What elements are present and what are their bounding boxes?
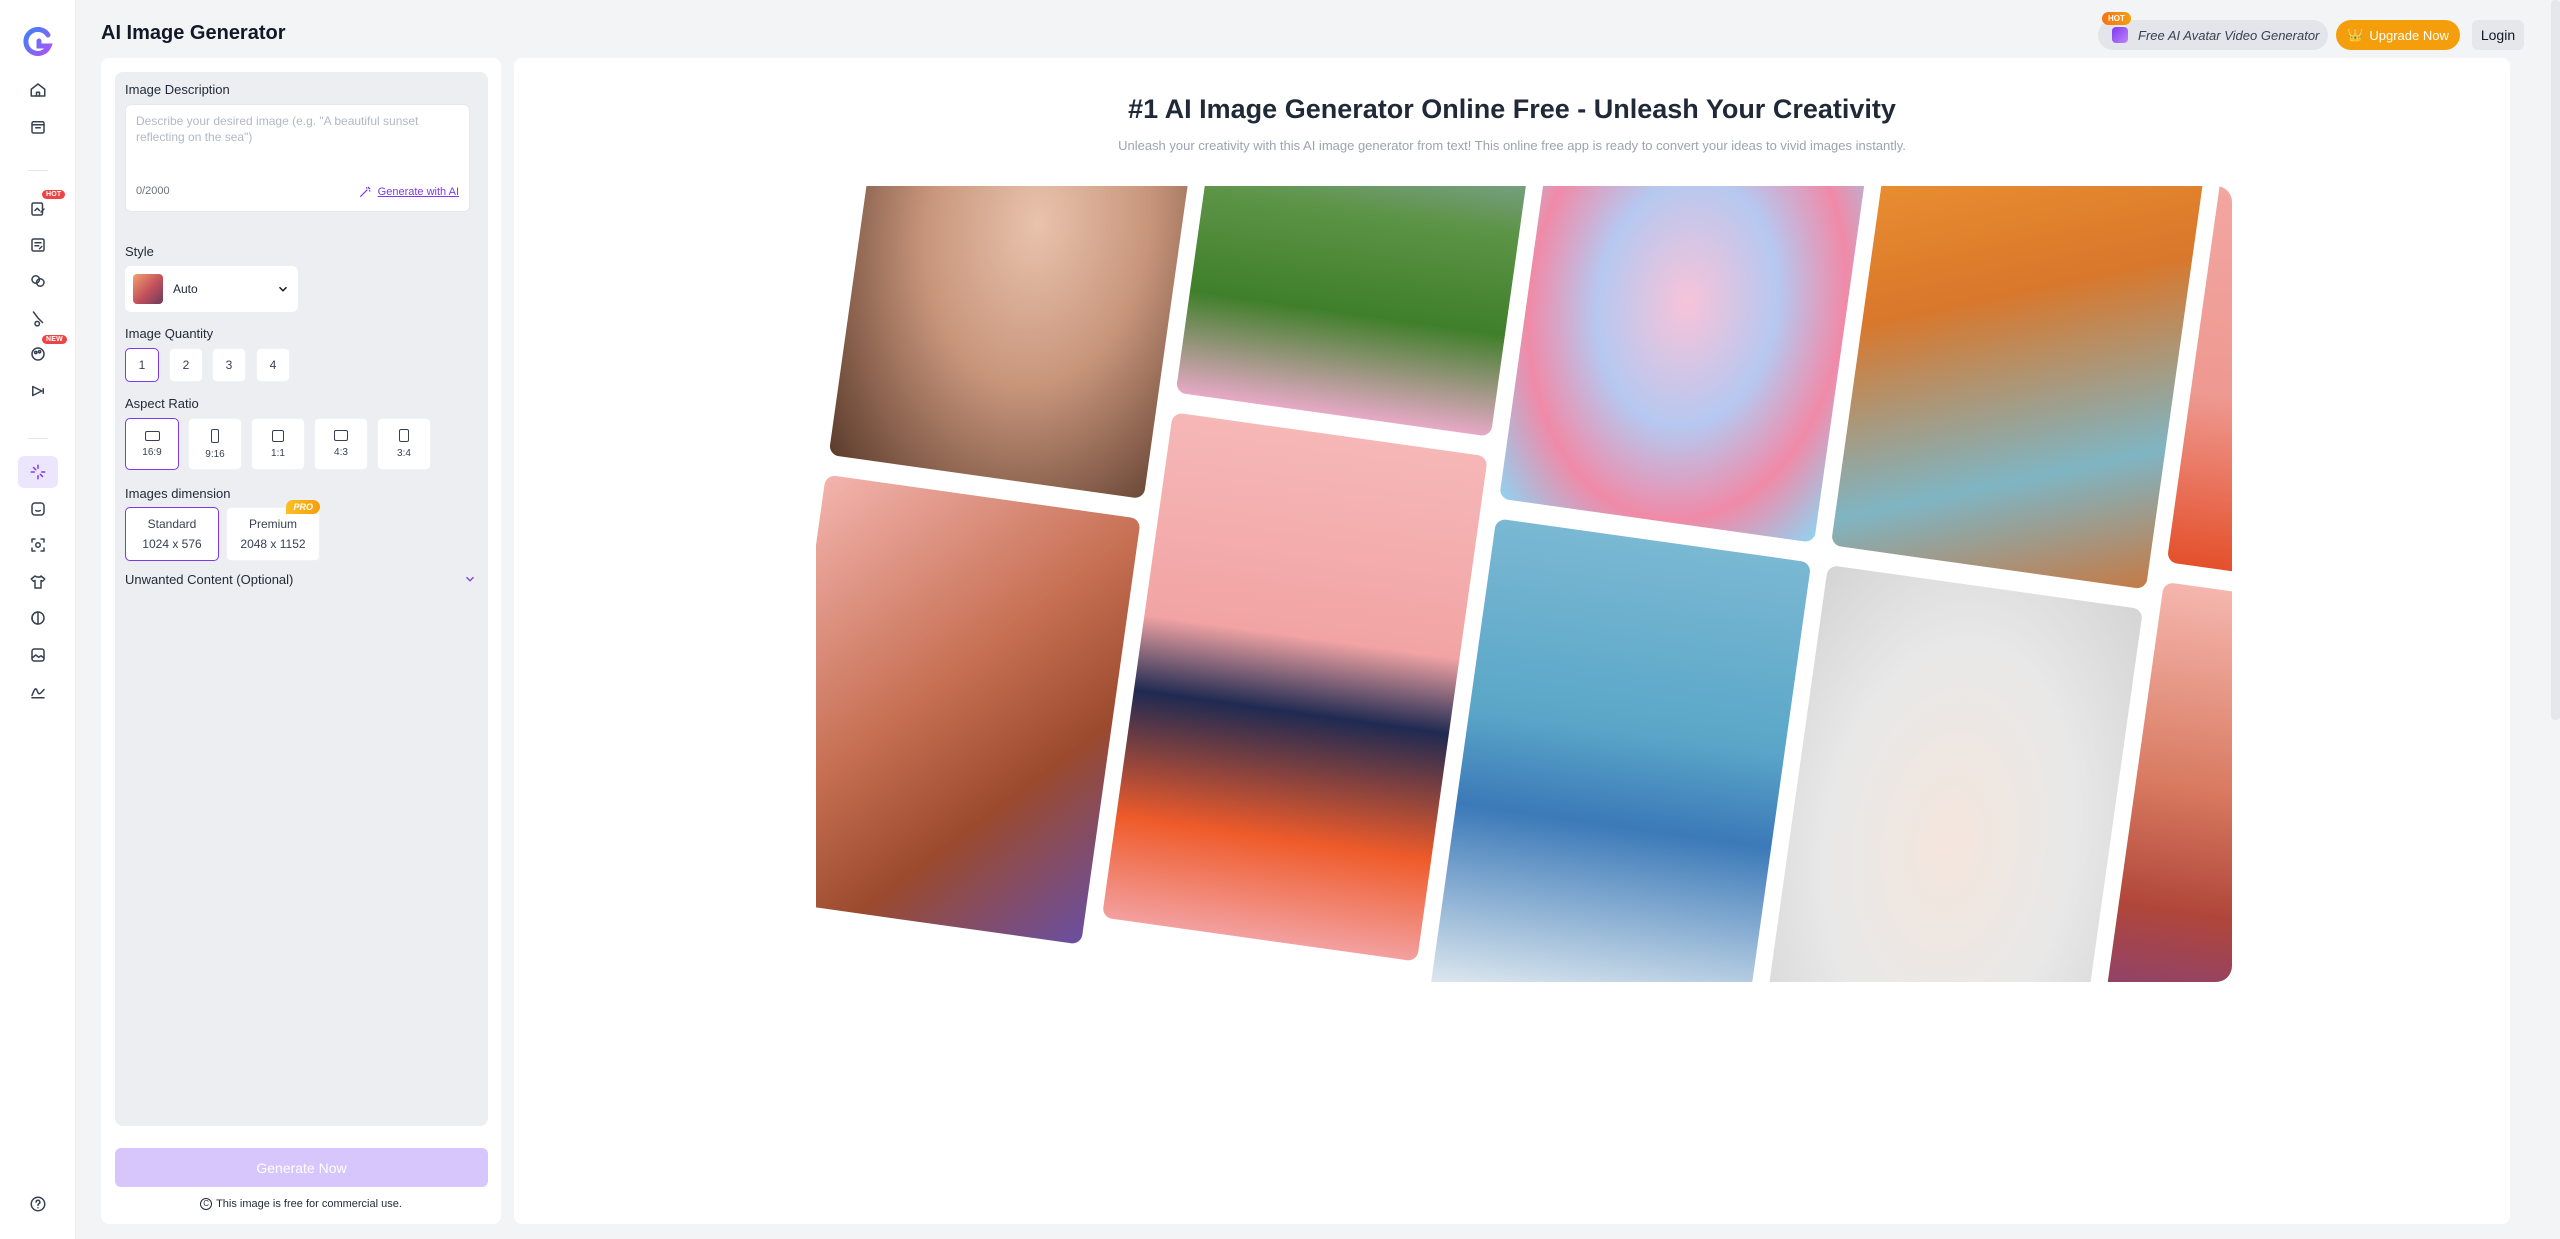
app-logo-icon[interactable] (22, 26, 54, 58)
generator-settings-panel: Image Description 0/2000 Generate with A… (101, 58, 501, 1224)
aspect-ratio-16-9[interactable]: 16:9 (125, 418, 179, 470)
landscape-ratio-icon (334, 430, 348, 441)
ai-image-generator-icon[interactable] (18, 456, 58, 488)
new-badge: NEW (42, 335, 67, 344)
image-description-input[interactable] (136, 113, 461, 163)
help-icon[interactable] (25, 1191, 51, 1217)
copyright-icon: C (200, 1198, 213, 1210)
main-content: #1 AI Image Generator Online Free - Unle… (514, 58, 2510, 1224)
colorize-icon[interactable] (25, 605, 51, 631)
dimension-premium[interactable]: PRO Premium 2048 x 1152 (226, 500, 320, 561)
generate-with-ai-link[interactable]: Generate with AI (358, 185, 459, 199)
aspect-ratio-label-3-4: 3:4 (397, 448, 411, 459)
left-nav-rail: HOT NEW (0, 0, 76, 1239)
quantity-option-2[interactable]: 2 (169, 348, 203, 382)
style-select[interactable]: Auto (125, 266, 298, 312)
avatar-video-promo-button[interactable]: HOT Free AI Avatar Video Generator (2098, 12, 2328, 50)
generate-now-button[interactable]: Generate Now (115, 1148, 488, 1187)
chevron-down-icon (279, 286, 287, 292)
photo-frame-icon[interactable] (25, 642, 51, 668)
portrait-ratio-icon (399, 429, 409, 442)
restyle-icon[interactable]: NEW (25, 335, 67, 367)
dimension-standard[interactable]: Standard 1024 x 576 (125, 507, 219, 561)
dimension-name: Premium (248, 517, 297, 531)
object-remove-icon[interactable] (25, 305, 51, 331)
generate-with-ai-label: Generate with AI (377, 186, 459, 198)
signature-icon[interactable] (25, 678, 51, 704)
page-title: AI Image Generator (101, 22, 286, 44)
sample-image-woman-portrait (828, 186, 1209, 500)
hero-subtitle: Unleash your creativity with this AI ima… (1118, 138, 1906, 153)
chevron-down-icon (466, 576, 474, 582)
upgrade-label: Upgrade Now (2369, 27, 2449, 43)
sample-images-collage (816, 186, 2232, 982)
dimension-size: 2048 x 1152 (240, 537, 306, 551)
sample-image-anime-girl (1101, 412, 1488, 962)
upgrade-button[interactable]: 👑 Upgrade Now (2336, 20, 2460, 50)
hot-badge: HOT (42, 190, 66, 199)
aspect-ratio-9-16[interactable]: 9:16 (188, 418, 242, 470)
character-count: 0/2000 (136, 185, 170, 197)
settings-form: Image Description 0/2000 Generate with A… (115, 72, 488, 1126)
commercial-use-note: C This image is free for commercial use. (101, 1198, 501, 1210)
hero-title: #1 AI Image Generator Online Free - Unle… (1128, 94, 1896, 124)
avatar-video-icon (2112, 27, 2128, 43)
sample-image-flower-meadow (1175, 186, 1548, 437)
page-scrollbar[interactable] (2551, 0, 2560, 720)
face-scan-icon[interactable] (25, 532, 51, 558)
home-icon[interactable] (25, 77, 51, 103)
unwanted-content-label: Unwanted Content (Optional) (125, 571, 294, 587)
video-icon[interactable] (25, 378, 51, 404)
store-icon[interactable] (25, 114, 51, 140)
quantity-option-4[interactable]: 4 (256, 348, 290, 382)
style-value: Auto (173, 282, 198, 296)
quantity-option-1[interactable]: 1 (125, 348, 159, 382)
style-thumbnail (133, 274, 163, 304)
sample-image-smiling-woman (1830, 186, 2209, 590)
face-swap-icon[interactable] (25, 268, 51, 294)
portrait-ratio-icon (211, 428, 219, 443)
hot-badge: HOT (2102, 12, 2131, 25)
aspect-ratio-label-9-16: 9:16 (205, 448, 225, 460)
aspect-ratio-label-16-9: 16:9 (142, 446, 162, 458)
pro-badge: PRO (286, 500, 320, 514)
style-label: Style (125, 244, 154, 259)
photo-editor-icon[interactable] (25, 232, 51, 258)
avatar-video-promo-label: Free AI Avatar Video Generator (2138, 27, 2320, 43)
sample-image-couple (816, 474, 1141, 945)
aspect-ratio-1-1[interactable]: 1:1 (251, 418, 305, 470)
dimension-name: Standard (147, 517, 197, 531)
unwanted-content-toggle[interactable]: Unwanted Content (Optional) (125, 570, 477, 588)
images-dimension-label: Images dimension (125, 486, 231, 501)
aspect-ratio-4-3[interactable]: 4:3 (314, 418, 368, 470)
image-edit-icon[interactable]: HOT (25, 190, 66, 222)
quantity-option-3[interactable]: 3 (212, 348, 246, 382)
dimension-size: 1024 x 576 (142, 537, 202, 551)
square-ratio-icon (272, 429, 284, 442)
commercial-use-text: This image is free for commercial use. (216, 1198, 402, 1210)
sample-image-baby (1762, 564, 2143, 982)
magic-wand-icon (359, 186, 371, 198)
aspect-ratio-label-4-3: 4:3 (334, 447, 348, 458)
clothes-icon[interactable] (25, 569, 51, 595)
aspect-ratio-3-4[interactable]: 3:4 (377, 418, 431, 470)
image-description-box: 0/2000 Generate with AI (125, 104, 470, 212)
crown-icon: 👑 (2347, 27, 2364, 42)
landscape-ratio-icon (144, 430, 160, 441)
image-quantity-label: Image Quantity (125, 326, 214, 341)
sample-image-woman-blue-shirt (1429, 518, 1812, 982)
sample-image-fantasy-building (1499, 186, 1876, 543)
sticker-icon[interactable] (25, 496, 51, 522)
image-description-label: Image Description (125, 82, 230, 97)
aspect-ratio-label-1-1: 1:1 (271, 447, 285, 459)
aspect-ratio-label: Aspect Ratio (125, 396, 199, 411)
login-button[interactable]: Login (2472, 20, 2524, 50)
